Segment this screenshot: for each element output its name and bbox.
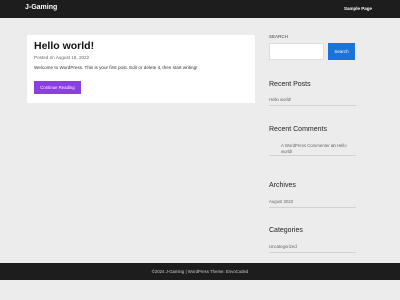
divider (269, 252, 356, 253)
site-header: J-Gaming Sample Page (0, 0, 400, 18)
search-widget-label: SEARCH (269, 34, 289, 39)
archives-title: Archives (269, 182, 296, 189)
post-meta: Posted on August 18, 2022 (34, 55, 90, 60)
post-excerpt: Welcome to WordPress. This is your first… (34, 65, 198, 70)
recent-posts-title: Recent Posts (269, 81, 311, 88)
continue-reading-button[interactable]: Continue Reading (34, 81, 81, 94)
archive-item[interactable]: August 2022 (269, 199, 293, 204)
footer-credit: ©2024 J-Gaming | WordPress Theme: EnvoCo… (151, 269, 249, 274)
site-footer: ©2024 J-Gaming | WordPress Theme: EnvoCo… (0, 263, 400, 280)
category-item[interactable]: Uncategorized (269, 244, 297, 249)
post-title[interactable]: Hello world! (34, 40, 94, 52)
divider (269, 105, 356, 106)
comment-connector: on (330, 143, 336, 148)
divider (269, 207, 356, 208)
recent-comment-item: A WordPress Commenter on Hello world! (281, 143, 353, 154)
divider (269, 155, 356, 156)
categories-title: Categories (269, 227, 303, 234)
recent-comments-title: Recent Comments (269, 126, 327, 133)
site-title[interactable]: J-Gaming (25, 4, 57, 11)
nav-link-sample-page[interactable]: Sample Page (344, 6, 372, 11)
page-bottom-space (0, 280, 400, 300)
post-card: Hello world! Posted on August 18, 2022 W… (27, 35, 255, 103)
recent-post-item[interactable]: Hello world! (269, 97, 291, 102)
comment-author-link[interactable]: A WordPress Commenter (281, 143, 330, 148)
search-input[interactable] (269, 43, 324, 60)
search-button[interactable]: Search (328, 43, 355, 60)
